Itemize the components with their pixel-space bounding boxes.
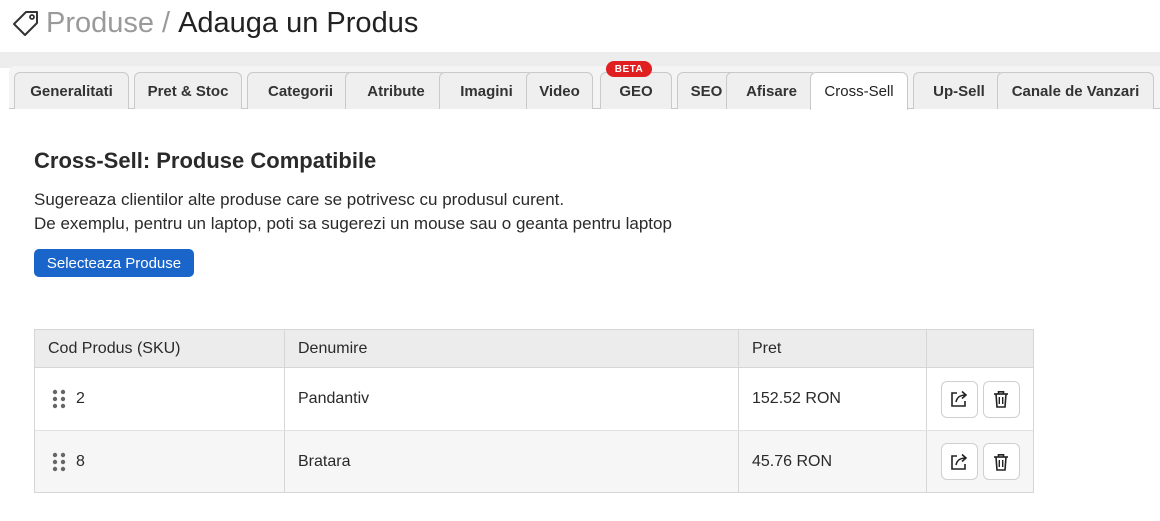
description-line-1: Sugereaza clientilor alte produse care s… [34, 190, 565, 209]
beta-badge: BETA [606, 61, 652, 77]
actions-cell [927, 368, 1033, 430]
column-header-sku: Cod Produs (SKU) [35, 330, 285, 367]
tab-video[interactable]: Video [526, 72, 593, 109]
name-cell: Bratara [285, 431, 739, 492]
tab-up-sell[interactable]: Up-Sell [913, 72, 1005, 109]
breadcrumb-current: Adauga un Produs [178, 7, 419, 39]
column-header-name: Denumire [285, 330, 739, 367]
tag-icon [13, 11, 38, 36]
description-line-2: De exemplu, pentru un laptop, poti sa su… [34, 214, 672, 233]
delete-button[interactable] [982, 443, 1020, 480]
drag-handle-icon[interactable] [52, 389, 66, 409]
trash-icon [994, 453, 1008, 471]
external-link-icon [951, 453, 968, 470]
external-link-icon [951, 390, 968, 407]
price-cell: 152.52 RON [739, 368, 927, 430]
column-header-price: Pret [739, 330, 927, 367]
table-header: Cod Produs (SKU) Denumire Pret [35, 330, 1033, 368]
tab-pret-stoc[interactable]: Pret & Stoc [134, 72, 242, 109]
tab-atribute[interactable]: Atribute [345, 72, 447, 109]
tab-geo[interactable]: GEO [600, 72, 672, 109]
sku-value: 2 [76, 390, 85, 407]
tab-imagini[interactable]: Imagini [439, 72, 534, 109]
open-product-button[interactable] [940, 380, 978, 418]
name-cell: Pandantiv [285, 368, 739, 430]
tab-canale-de-vanzari[interactable]: Canale de Vanzari [997, 72, 1154, 109]
cross-sell-table: Cod Produs (SKU) Denumire Pret 2 Pandant… [34, 329, 1034, 493]
actions-cell [927, 431, 1033, 492]
price-cell: 45.76 RON [739, 431, 927, 492]
delete-button[interactable] [982, 380, 1020, 418]
tab-cross-sell[interactable]: Cross-Sell [810, 72, 908, 110]
sku-cell: 2 [35, 368, 285, 430]
drag-handle-icon[interactable] [52, 452, 66, 472]
breadcrumb-section[interactable]: Produse [46, 7, 154, 39]
open-product-button[interactable] [940, 443, 978, 480]
tab-afisare[interactable]: Afisare [726, 72, 817, 109]
breadcrumb-separator: / [162, 7, 171, 39]
sku-cell: 8 [35, 431, 285, 492]
page-header: Produse / Adauga un Produs [0, 0, 1160, 52]
table-row: 2 Pandantiv 152.52 RON [35, 368, 1033, 430]
column-header-actions [927, 330, 1033, 367]
tab-generalitati[interactable]: Generalitati [14, 72, 129, 109]
page-title: Produse / Adauga un Produs [46, 5, 418, 41]
sku-value: 8 [76, 452, 85, 470]
section-title: Cross-Sell: Produse Compatibile [34, 148, 377, 173]
tab-categorii[interactable]: Categorii [247, 72, 354, 109]
table-row: 8 Bratara 45.76 RON [35, 430, 1033, 492]
select-products-button[interactable]: Selecteaza Produse [34, 249, 194, 277]
trash-icon [994, 391, 1008, 408]
